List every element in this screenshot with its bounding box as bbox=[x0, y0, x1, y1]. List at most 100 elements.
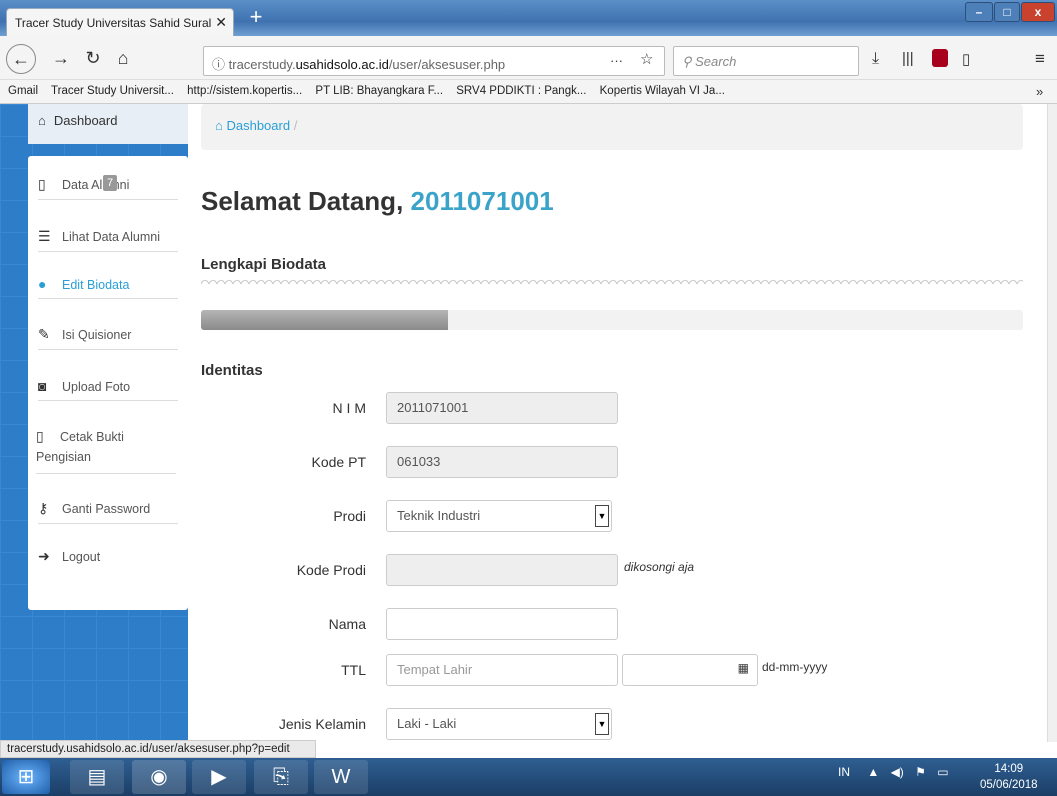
search-icon: ⚲ bbox=[682, 54, 696, 69]
clock[interactable]: 14:09 05/06/2018 bbox=[980, 761, 1038, 793]
section-title: Lengkapi Biodata bbox=[201, 256, 327, 273]
home-icon: ⌂ bbox=[38, 113, 46, 128]
kodeprodi-hint: dikosongi aja bbox=[624, 560, 695, 574]
volume-icon[interactable]: ◀) bbox=[891, 765, 904, 779]
bookmark-kopertis[interactable]: http://sistem.kopertis... bbox=[187, 85, 302, 97]
file-icon: ▯ bbox=[36, 428, 44, 444]
pdf-icon[interactable]: ⎘ bbox=[254, 760, 308, 794]
tanggal-lahir-field[interactable]: ▦ bbox=[622, 654, 758, 686]
chevron-down-icon: ▼ bbox=[595, 713, 609, 735]
sidebar-item-label: Logout bbox=[62, 550, 101, 564]
kodeprodi-label: Kode Prodi bbox=[296, 562, 366, 578]
jenis-kelamin-label: Jenis Kelamin bbox=[278, 716, 366, 732]
media-player-icon[interactable]: ▶ bbox=[192, 760, 246, 794]
info-icon[interactable]: ⓘ bbox=[212, 57, 229, 72]
sidebar-item-ganti-password[interactable]: ⚷ Ganti Password bbox=[38, 500, 178, 524]
search-input[interactable]: ⚲ Search bbox=[673, 46, 859, 76]
page-content: ⌂ Dashboard ▯ Data Alumni ☰ Lihat Data Alum… bbox=[0, 104, 1047, 742]
sidebar-item-label: Dashboard bbox=[53, 113, 118, 128]
home-icon[interactable]: ⌂ bbox=[110, 45, 136, 71]
nama-label: Nama bbox=[328, 616, 366, 632]
sidebar-item-dashboard[interactable]: ⌂ Dashboard bbox=[28, 104, 188, 144]
nim-field[interactable]: 2011071001 bbox=[386, 392, 618, 424]
wavy-divider bbox=[201, 278, 1023, 284]
calendar-icon[interactable]: ▦ bbox=[738, 661, 749, 675]
sidebar-item-label: Data Alumni bbox=[62, 178, 130, 192]
tab-title: Tracer Study Universitas Sahid Sural bbox=[15, 16, 212, 30]
tab-close-icon[interactable]: ✕ bbox=[215, 14, 227, 31]
file-icon: ▯ bbox=[38, 176, 46, 192]
library-icon[interactable]: ||| bbox=[902, 50, 914, 67]
clock-time: 14:09 bbox=[994, 763, 1024, 775]
welcome-text: Selamat Datang, bbox=[201, 186, 404, 216]
sidebar-item-edit-biodata[interactable]: ● Edit Biodata bbox=[38, 276, 178, 299]
bookmark-ptlib[interactable]: PT LIB: Bhayangkara F... bbox=[315, 85, 443, 97]
kodeprodi-field[interactable] bbox=[386, 554, 618, 586]
menu-icon[interactable]: ≡ bbox=[1035, 49, 1045, 69]
start-button[interactable]: ⊞ bbox=[2, 760, 50, 794]
sidebar-item-isi-quisioner[interactable]: ✎ Isi Quisioner bbox=[38, 326, 178, 350]
system-tray: IN ▲ ◀) ⚑ ▭ bbox=[838, 765, 949, 779]
ublock-icon[interactable] bbox=[932, 49, 948, 67]
kodept-field[interactable]: 061033 bbox=[386, 446, 618, 478]
url-path: /user/aksesuser.php bbox=[388, 57, 506, 72]
jenis-kelamin-value: Laki - Laki bbox=[397, 716, 457, 731]
reload-icon[interactable]: ↻ bbox=[80, 45, 106, 71]
sidebar-toggle-icon[interactable]: ▯ bbox=[962, 50, 970, 68]
sidebar-item-label: Ganti Password bbox=[62, 502, 151, 516]
forward-icon[interactable]: → bbox=[48, 45, 74, 71]
bookmark-kopertis-vi[interactable]: Kopertis Wilayah VI Ja... bbox=[600, 85, 725, 97]
maximize-button[interactable]: □ bbox=[994, 2, 1020, 22]
prodi-select[interactable]: Teknik Industri ▼ bbox=[386, 500, 612, 532]
page-actions-icon[interactable]: ··· bbox=[610, 53, 623, 68]
jenis-kelamin-select[interactable]: Laki - Laki ▼ bbox=[386, 708, 612, 740]
browser-tab[interactable]: Tracer Study Universitas Sahid Sural ✕ bbox=[6, 8, 234, 36]
nama-field[interactable] bbox=[386, 608, 618, 640]
sidebar-item-logout[interactable]: ➜ Logout bbox=[38, 548, 178, 571]
close-window-button[interactable]: x bbox=[1021, 2, 1055, 22]
bookmark-tracer[interactable]: Tracer Study Universit... bbox=[51, 85, 174, 97]
firefox-icon[interactable]: ◉ bbox=[132, 760, 186, 794]
bookmarks-overflow-icon[interactable]: » bbox=[1036, 84, 1043, 99]
url-prefix: tracerstudy. bbox=[228, 57, 296, 72]
download-icon[interactable]: ⤓ bbox=[872, 50, 879, 68]
breadcrumb-dashboard[interactable]: Dashboard bbox=[226, 118, 290, 133]
search-placeholder: Search bbox=[695, 54, 737, 69]
explorer-icon[interactable]: ▤ bbox=[70, 760, 124, 794]
sidebar-item-upload-foto[interactable]: ◙ Upload Foto bbox=[38, 378, 178, 401]
tempat-lahir-field[interactable]: Tempat Lahir bbox=[386, 654, 618, 686]
breadcrumb-separator: / bbox=[293, 118, 298, 133]
sidebar-menu: ▯ Data Alumni ☰ Lihat Data Alumni ● Edit Bi… bbox=[28, 156, 188, 610]
sidebar-item-label: Upload Foto bbox=[62, 380, 131, 394]
minimize-button[interactable]: – bbox=[965, 2, 993, 22]
url-bar[interactable]: ⓘ tracerstudy.usahidsolo.ac.id/user/akse… bbox=[203, 46, 665, 76]
sidebar-item-cetak-bukti[interactable]: ▯ Cetak Bukti Pengisian bbox=[36, 426, 176, 474]
url-domain: usahidsolo.ac.id bbox=[295, 57, 389, 72]
language-indicator[interactable]: IN bbox=[838, 765, 850, 779]
bookmarks-bar: Gmail Tracer Study Universit... http://s… bbox=[0, 80, 1057, 104]
sidebar-item-label: Edit Biodata bbox=[62, 278, 130, 292]
breadcrumb: ⌂ Dashboard / bbox=[201, 104, 1023, 150]
sidebar-item-label: Isi Quisioner bbox=[62, 328, 132, 342]
network-icon[interactable]: ▭ bbox=[937, 765, 948, 779]
user-icon: ● bbox=[38, 276, 47, 292]
bookmark-gmail[interactable]: Gmail bbox=[8, 85, 38, 97]
ttl-label: TTL bbox=[341, 662, 366, 678]
vertical-scrollbar[interactable] bbox=[1047, 104, 1057, 742]
date-format-hint: dd-mm-yyyy bbox=[762, 660, 828, 674]
word-icon[interactable]: W bbox=[314, 760, 368, 794]
bookmark-star-icon[interactable]: ☆ bbox=[640, 50, 653, 68]
tray-expand-icon[interactable]: ▲ bbox=[867, 765, 879, 779]
page-title: Selamat Datang, 2011071001 bbox=[201, 186, 554, 217]
progress-bar bbox=[201, 310, 1023, 330]
sidebar-item-lihat-data-alumni[interactable]: ☰ Lihat Data Alumni bbox=[38, 228, 178, 252]
camera-icon: ◙ bbox=[38, 378, 47, 394]
nim-label: N I M bbox=[332, 400, 366, 416]
new-tab-button[interactable]: + bbox=[244, 6, 268, 30]
key-icon: ⚷ bbox=[38, 500, 49, 516]
list-icon: ☰ bbox=[38, 228, 51, 244]
action-center-icon[interactable]: ⚑ bbox=[915, 765, 926, 779]
bookmark-pddikti[interactable]: SRV4 PDDIKTI : Pangk... bbox=[456, 85, 586, 97]
back-button[interactable]: ← bbox=[6, 44, 36, 74]
prodi-value: Teknik Industri bbox=[397, 508, 481, 523]
